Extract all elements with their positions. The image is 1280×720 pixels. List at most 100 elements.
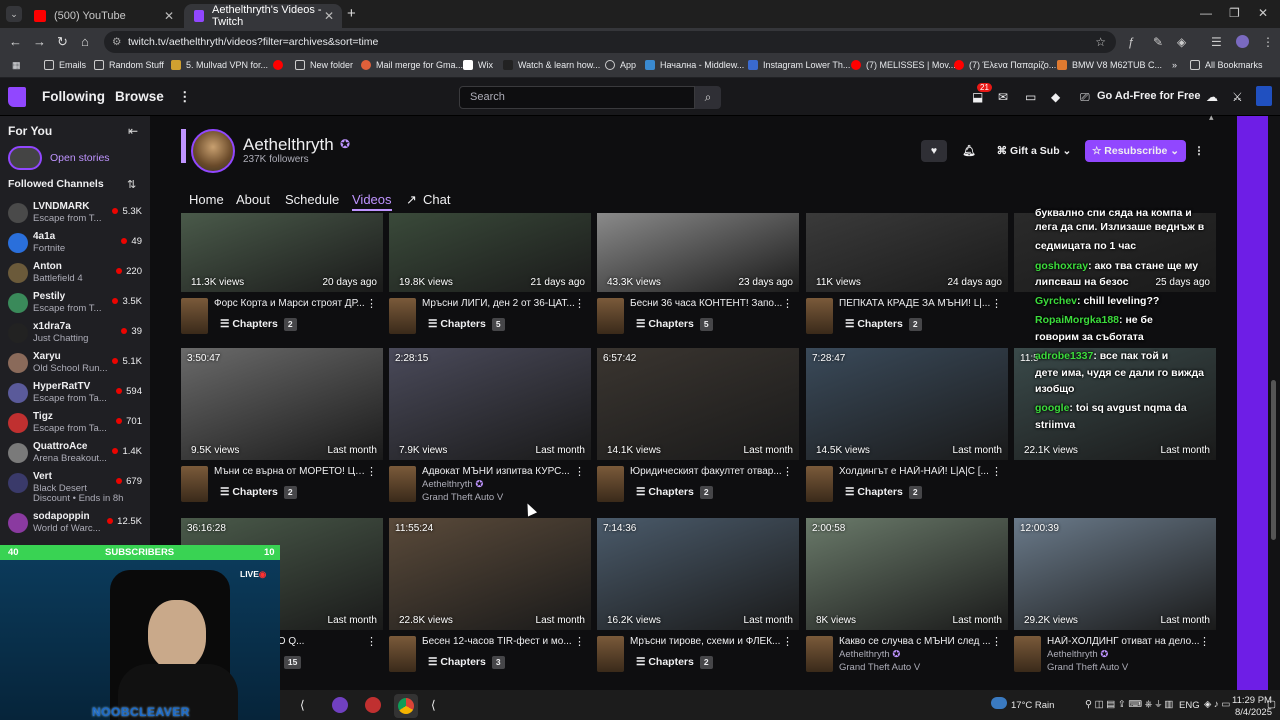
video-more-icon[interactable]: ⋮ — [366, 297, 377, 310]
sidebar-channel-item[interactable]: QuattroAce Arena Breakout... 1.4K — [0, 440, 150, 470]
chapters-button[interactable]: ☰ Chapters 2 — [214, 482, 297, 502]
video-category[interactable]: Grand Theft Auto V — [1047, 662, 1128, 673]
video-thumbnail[interactable]: 43.3K views 23 days ago — [597, 213, 799, 292]
chapters-button[interactable]: ☰ Chapters 2 — [214, 314, 297, 334]
video-channel-avatar[interactable] — [597, 636, 624, 672]
taskbar-app-icon[interactable] — [365, 697, 381, 713]
nav-following[interactable]: Following — [42, 89, 105, 104]
tab-schedule[interactable]: Schedule — [285, 192, 339, 207]
stories-avatar[interactable] — [8, 146, 42, 170]
video-title[interactable]: Холдингът е НАЙ-НАЙ! L|A|C [... — [839, 466, 994, 477]
video-title[interactable]: Форс Корта и Марси строят ДР... — [214, 298, 369, 309]
bookmark-item[interactable] — [273, 60, 288, 70]
bookmark-item[interactable]: Wix — [463, 60, 493, 70]
ad-free-link[interactable]: Go Ad-Free for Free — [1097, 90, 1201, 102]
taskbar-chrome-icon[interactable] — [394, 694, 418, 718]
video-thumbnail[interactable]: 2:28:15 7.9K views Last month — [389, 348, 591, 460]
reading-list-icon[interactable]: ☰ — [1211, 35, 1222, 49]
bookmark-item[interactable]: Random Stuff — [94, 60, 164, 70]
sidebar-channel-item[interactable]: Pestily Escape from T... 3.5K — [0, 290, 150, 320]
video-channel-avatar[interactable] — [806, 636, 833, 672]
channel-name[interactable]: Aethelthryth — [243, 135, 334, 155]
sidebar-channel-item[interactable]: Tigz Escape from Ta... 701 — [0, 410, 150, 440]
video-author[interactable]: Aethelthryth ✪ — [1047, 649, 1108, 660]
sort-icon[interactable]: ⇅ — [127, 178, 136, 191]
channel-more-icon[interactable]: ⋮ — [1191, 140, 1207, 162]
video-title[interactable]: Мръсни тирове, схеми и ФЛЕК... — [630, 636, 785, 647]
chapters-button[interactable]: ☰ Chapters 2 — [630, 652, 713, 672]
video-title[interactable]: Мръсни ЛИГИ, ден 2 от 36-ЦАТ... — [422, 298, 577, 309]
extension-icon[interactable]: ✎ — [1153, 35, 1163, 49]
notifications-bell-button[interactable]: 🔔︎ — [956, 140, 982, 162]
video-more-icon[interactable]: ⋮ — [991, 465, 1002, 478]
bookmark-item[interactable]: 5. Mullvad VPN for... — [171, 60, 268, 70]
gift-sub-button[interactable]: ⌘ Gift a Sub ⌄ — [991, 140, 1077, 162]
bookmark-item[interactable]: (7) Έλενα Παπαρίζο... — [954, 60, 1056, 70]
bookmark-item[interactable]: Emails — [44, 60, 86, 70]
bookmark-item[interactable]: Instagram Lower Th... — [748, 60, 850, 70]
video-channel-avatar[interactable] — [389, 466, 416, 502]
close-icon[interactable]: ✕ — [164, 9, 174, 23]
video-more-icon[interactable]: ⋮ — [574, 465, 585, 478]
tab-youtube[interactable]: (500) YouTube ✕ — [24, 4, 182, 28]
video-thumbnail[interactable]: 3:50:47 9.5K views Last month — [181, 348, 383, 460]
video-category[interactable]: Grand Theft Auto V — [839, 662, 920, 673]
sidebar-channel-item[interactable]: LVNDMARK Escape from T... 5.3K — [0, 200, 150, 230]
new-tab-button[interactable]: + — [347, 5, 356, 22]
bookmark-item[interactable]: Watch & learn how... — [503, 60, 600, 70]
channel-avatar[interactable] — [191, 129, 235, 173]
crown-icon[interactable]: ⬓ — [972, 90, 983, 104]
video-more-icon[interactable]: ⋮ — [782, 635, 793, 648]
restore-button[interactable]: ❐ — [1229, 6, 1240, 20]
bookmark-item[interactable]: (7) MELISSES | Mov... — [851, 60, 956, 70]
video-title[interactable]: ПЕПКАТА КРАДЕ ЗА МЪНИ! L|... — [839, 298, 994, 309]
video-title[interactable]: Адвокат МЪНИ изпитва КУРС... — [422, 466, 577, 477]
close-icon[interactable]: ✕ — [324, 9, 334, 23]
video-more-icon[interactable]: ⋮ — [1199, 635, 1210, 648]
video-channel-avatar[interactable] — [806, 298, 833, 334]
video-thumbnail[interactable]: 12:00:39 29.2K views Last month — [1014, 518, 1216, 630]
sidebar-channel-item[interactable]: Vert Black Desert 679 Discount • Ends in 8h — [0, 470, 150, 504]
video-category[interactable]: Grand Theft Auto V — [422, 492, 503, 503]
video-thumbnail[interactable]: 19.8K views 21 days ago — [389, 213, 591, 292]
video-more-icon[interactable]: ⋮ — [574, 635, 585, 648]
video-channel-avatar[interactable] — [597, 466, 624, 502]
search-input[interactable]: Search — [459, 86, 695, 109]
video-thumbnail[interactable]: 11.3K views 20 days ago — [181, 213, 383, 292]
whispers-icon[interactable]: ▭ — [1025, 90, 1036, 104]
tab-videos[interactable]: Videos — [352, 192, 392, 211]
back-button[interactable]: ← — [9, 34, 22, 49]
taskbar-app-icon[interactable]: ⟨ — [300, 698, 305, 712]
profile-avatar[interactable] — [1236, 35, 1249, 48]
sidebar-channel-item[interactable]: HyperRatTV Escape from Ta... 594 — [0, 380, 150, 410]
bookmark-item[interactable]: New folder — [295, 60, 353, 70]
video-thumbnail[interactable]: 7:14:36 16.2K views Last month — [597, 518, 799, 630]
chapters-button[interactable]: ☰ Chapters 2 — [839, 482, 922, 502]
more-menu-icon[interactable]: ⋮ — [178, 89, 192, 105]
inbox-icon[interactable]: ✉ — [998, 90, 1008, 104]
sidebar-channel-item[interactable]: sodapoppin World of Warc... 12.5K — [0, 510, 150, 540]
window-close-button[interactable]: ✕ — [1258, 6, 1268, 20]
follow-heart-button[interactable]: ♥ — [921, 140, 947, 162]
chapters-button[interactable]: ☰ Chapters 5 — [630, 314, 713, 334]
search-icon[interactable]: ⌕ — [695, 86, 721, 109]
bookmark-item[interactable]: Mail merge for Gma... — [361, 60, 463, 70]
tray-icons[interactable]: ⚲ ◫ ▤ ⇪ ⌨ ⎈ ⏚ ▥ — [1085, 699, 1173, 710]
video-title[interactable]: НАЙ-ХОЛДИНГ отиват на дело... — [1047, 636, 1202, 647]
video-more-icon[interactable]: ⋮ — [574, 297, 585, 310]
forward-button[interactable]: → — [33, 34, 46, 49]
weather-text[interactable]: 17°C Rain — [1011, 700, 1054, 711]
input-language[interactable]: ENG — [1179, 700, 1200, 711]
video-channel-avatar[interactable] — [1014, 636, 1041, 672]
video-title[interactable]: Какво се случва с МЪНИ след ... — [839, 636, 994, 647]
nav-browse[interactable]: Browse — [115, 89, 164, 104]
video-channel-avatar[interactable] — [181, 298, 208, 334]
video-title[interactable]: Мъни се върна от МОРЕТО! Цъ... — [214, 466, 369, 477]
minimize-button[interactable]: — — [1200, 6, 1212, 20]
clock-time[interactable]: 11:29 PM — [1232, 695, 1272, 706]
video-thumbnail[interactable]: 11:55:24 22.8K views Last month — [389, 518, 591, 630]
video-more-icon[interactable]: ⋮ — [991, 297, 1002, 310]
video-more-icon[interactable]: ⋮ — [366, 635, 377, 648]
video-channel-avatar[interactable] — [389, 636, 416, 672]
tray-icons[interactable]: ◈ ♪ ▭ — [1204, 699, 1230, 710]
